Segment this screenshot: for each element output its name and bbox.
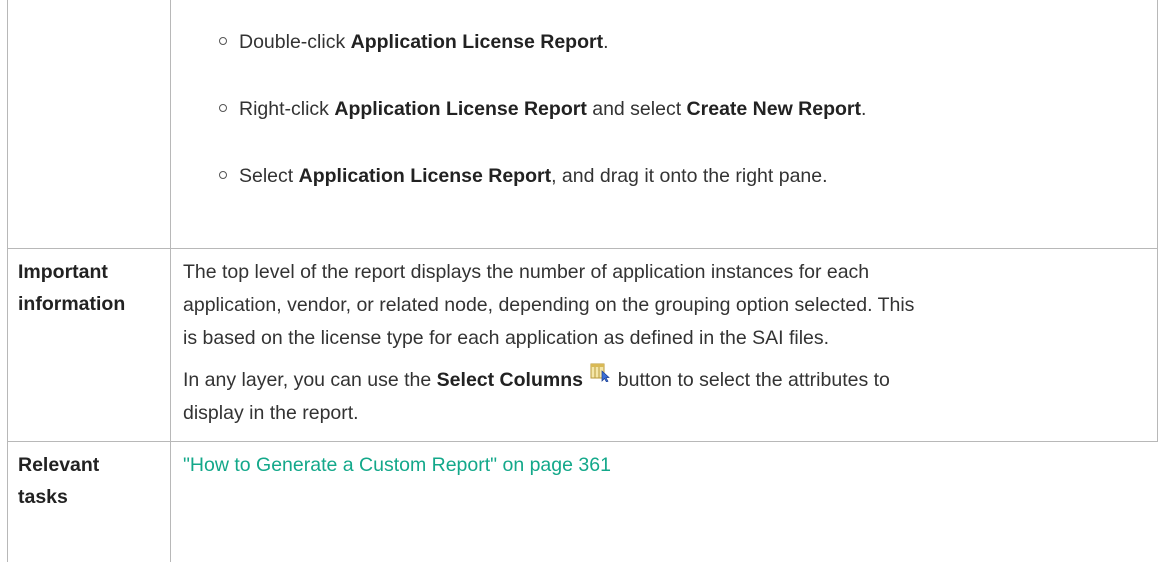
select-columns-icon — [590, 360, 611, 393]
important-paragraph-2: In any layer, you can use the Select Col… — [183, 363, 890, 430]
list-item: Select Application License Report, and d… — [219, 164, 828, 188]
list-item: Right-click Application License Report a… — [219, 97, 866, 121]
table-left-border — [7, 0, 8, 562]
row-label-important: Important information — [18, 261, 126, 315]
row-divider — [7, 248, 1158, 249]
list-item: Double-click Application License Report. — [219, 30, 609, 54]
bullet-icon — [219, 170, 227, 179]
info-table: Double-click Application License Report.… — [0, 0, 1165, 562]
bullet-icon — [219, 103, 227, 112]
table-column-divider — [170, 0, 171, 562]
row-divider — [7, 441, 1158, 442]
custom-report-link[interactable]: "How to Generate a Custom Report" on pag… — [183, 454, 611, 476]
row-label-relevant: Relevant tasks — [18, 454, 100, 508]
bullet-icon — [219, 36, 227, 45]
table-right-border — [1157, 0, 1158, 248]
important-paragraph: The top level of the report displays the… — [183, 261, 915, 349]
relevant-task-cell: "How to Generate a Custom Report" on pag… — [183, 449, 611, 482]
table-right-border — [1157, 248, 1158, 441]
